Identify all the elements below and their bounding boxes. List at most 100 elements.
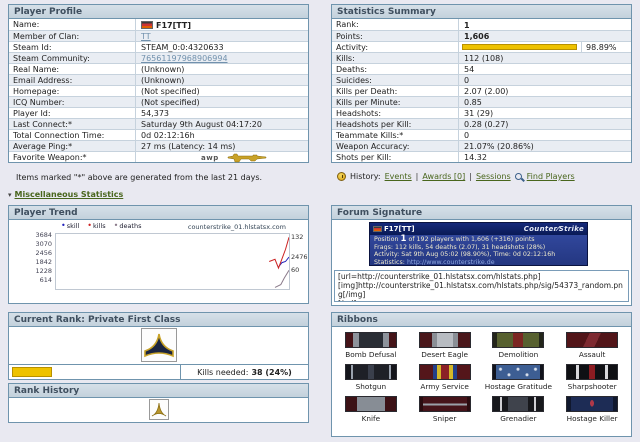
profile-row-value: STEAM_0:0:4320633 [136,42,308,52]
y-axis-tick-label: 2456 [14,249,52,257]
player-trend-panel: Player Trend •skill•kills•deaths counter… [8,205,309,304]
signature-line-activity: Activity: Sat 9th Aug 05:02 (98.90%), Ti… [374,251,583,259]
stats-row-label: Points: [332,31,459,41]
ribbon-item: Hostage Gratitude [482,364,556,391]
stats-row: Deaths:54 [332,63,631,74]
find-players-link[interactable]: Find Players [527,172,575,181]
stats-row: Shots per Kill:14.32 [332,151,631,162]
rank-history-panel: Rank History [8,383,309,423]
profile-row-value: (Unknown) [136,75,308,85]
separator: | [469,172,472,181]
signature-banner-stats: Position 1 of 192 players with 1,606 (+3… [370,235,587,265]
ribbons-grid: Bomb DefusalDesert EagleDemolitionAssaul… [332,327,631,425]
history-link-awards[interactable]: Awards [0] [422,172,465,181]
profile-row: Last Connect:*Saturday 9th August 04:17:… [9,118,308,129]
current-rank-name: Private First Class [88,315,181,325]
y-axis-tick-label: 1228 [14,267,52,275]
ribbon-label: Army Service [420,382,469,391]
ribbon-label: Desert Eagle [421,350,468,359]
signature-bbcode-textarea[interactable]: [url=http://counterstrike_01.hlstatsx.co… [334,270,629,302]
y-axis-tick-label: 614 [14,276,52,284]
stats-row: Weapon Accuracy:21.07% (20.86%) [332,140,631,151]
stats-row-value: 31 (29) [459,108,631,118]
stats-row-label: Activity: [332,42,459,52]
rank-insignia-image [141,328,177,362]
profile-row: ICQ Number:(Not specified) [9,96,308,107]
ribbons-panel: Ribbons Bomb DefusalDesert EagleDemoliti… [331,312,632,437]
profile-row-label: Last Connect:* [9,119,136,129]
profile-row: Average Ping:*27 ms (Latency: 14 ms) [9,140,308,151]
counter-strike-logo: Counter⁄Strike [524,225,584,233]
legend-dot-icon: • [61,221,66,230]
legend-item: •deaths [114,222,142,230]
ribbons-title: Ribbons [332,313,631,327]
legend-item: •kills [87,222,105,230]
rank-history-title: Rank History [9,384,308,398]
current-rank-panel: Current Rank: Private First Class Kills … [8,312,309,380]
rank-history-insignia-image [149,399,169,420]
toggle-arrow-icon: ▾ [8,191,12,199]
profile-row: Steam Community: 76561197968906994 [9,52,308,63]
player-trend-title: Player Trend [9,206,308,220]
signature-line-statistics: Statistics: http://www.counterstrike.de [374,259,583,267]
history-link-sessions[interactable]: Sessions [476,172,511,181]
miscellaneous-statistics-toggle[interactable]: ▾ Miscellaneous Statistics [8,190,123,199]
profile-link[interactable]: 76561197968906994 [141,54,228,63]
stats-row-label: Deaths: [332,64,459,74]
ribbon-item: Grenadier [482,396,556,423]
stats-row-label: Rank: [332,19,459,30]
history-link-events[interactable]: Events [385,172,412,181]
profile-row-label: Steam Community: [9,53,136,63]
profile-link[interactable]: TT [141,32,151,41]
y-axis-tick-label: 1842 [14,258,52,266]
profile-row-label: Real Name: [9,64,136,74]
stats-row-value: 0.85 [459,97,631,107]
stats-row-label: Kills: [332,53,459,63]
ribbon-image [345,364,397,380]
favorite-weapon-name: awp [201,154,219,162]
disclaimer-text: Items marked "*" above are generated fro… [16,173,262,182]
stats-row-value: 1,606 [459,31,631,41]
stats-row-label: Headshots per Kill: [332,119,459,129]
ribbon-label: Sniper [433,414,456,423]
signature-image: F17[TT] Counter⁄Strike Position 1 of 192… [369,222,588,266]
ribbon-image [566,332,618,348]
profile-row-label: Name: [9,19,136,30]
ribbon-label: Grenadier [500,414,536,423]
ribbon-item: Demolition [482,332,556,359]
history-clock-icon [337,172,346,181]
history-links-bar: History: Events | Awards [0] | Sessions … [337,172,635,181]
profile-row-value: Saturday 9th August 04:17:20 [136,119,308,129]
ribbon-item: Hostage Killer [555,396,629,423]
stats-row: Kills per Death:2.07 (2.00) [332,85,631,96]
stats-row-value: 2.07 (2.00) [459,86,631,96]
profile-row-label: Email Address: [9,75,136,85]
statistics-summary-title: Statistics Summary [332,5,631,19]
profile-row-label: ICQ Number: [9,97,136,107]
stats-row-value: 98.89% [459,42,631,52]
profile-row: Favorite Weapon:* awp [9,151,308,162]
signature-line-frags: Frags: 112 kills, 54 deaths (2.07), 31 h… [374,244,583,252]
stats-row: Headshots:31 (29) [332,107,631,118]
profile-row-label: Total Connection Time: [9,130,136,140]
signature-line-position: Position 1 of 192 players with 1,606 (+3… [374,236,583,244]
ribbon-image [345,396,397,412]
profile-row-value: TT [136,31,308,41]
ribbon-image [566,364,618,380]
stats-row: Headshots per Kill:0.28 (0.27) [332,118,631,129]
rank-progress-row: Kills needed: 38 (24%) [9,364,308,379]
stats-row: Activity:98.89% [332,41,631,52]
activity-bar-track [459,42,581,52]
ribbon-item: Sharpshooter [555,364,629,391]
legend-dot-icon: • [87,221,92,230]
rank-progress-bar-track [9,365,180,379]
miscellaneous-statistics-link[interactable]: Miscellaneous Statistics [15,190,124,199]
stats-row: Points:1,606 [332,30,631,41]
profile-row-label: Player Id: [9,108,136,118]
profile-row-label: Favorite Weapon:* [9,152,136,162]
profile-row-value: 76561197968906994 [136,53,308,63]
profile-row-label: Average Ping:* [9,141,136,151]
stats-row-value: 0 [459,75,631,85]
rank-progress-bar [12,367,52,377]
current-rank-body [9,327,308,364]
